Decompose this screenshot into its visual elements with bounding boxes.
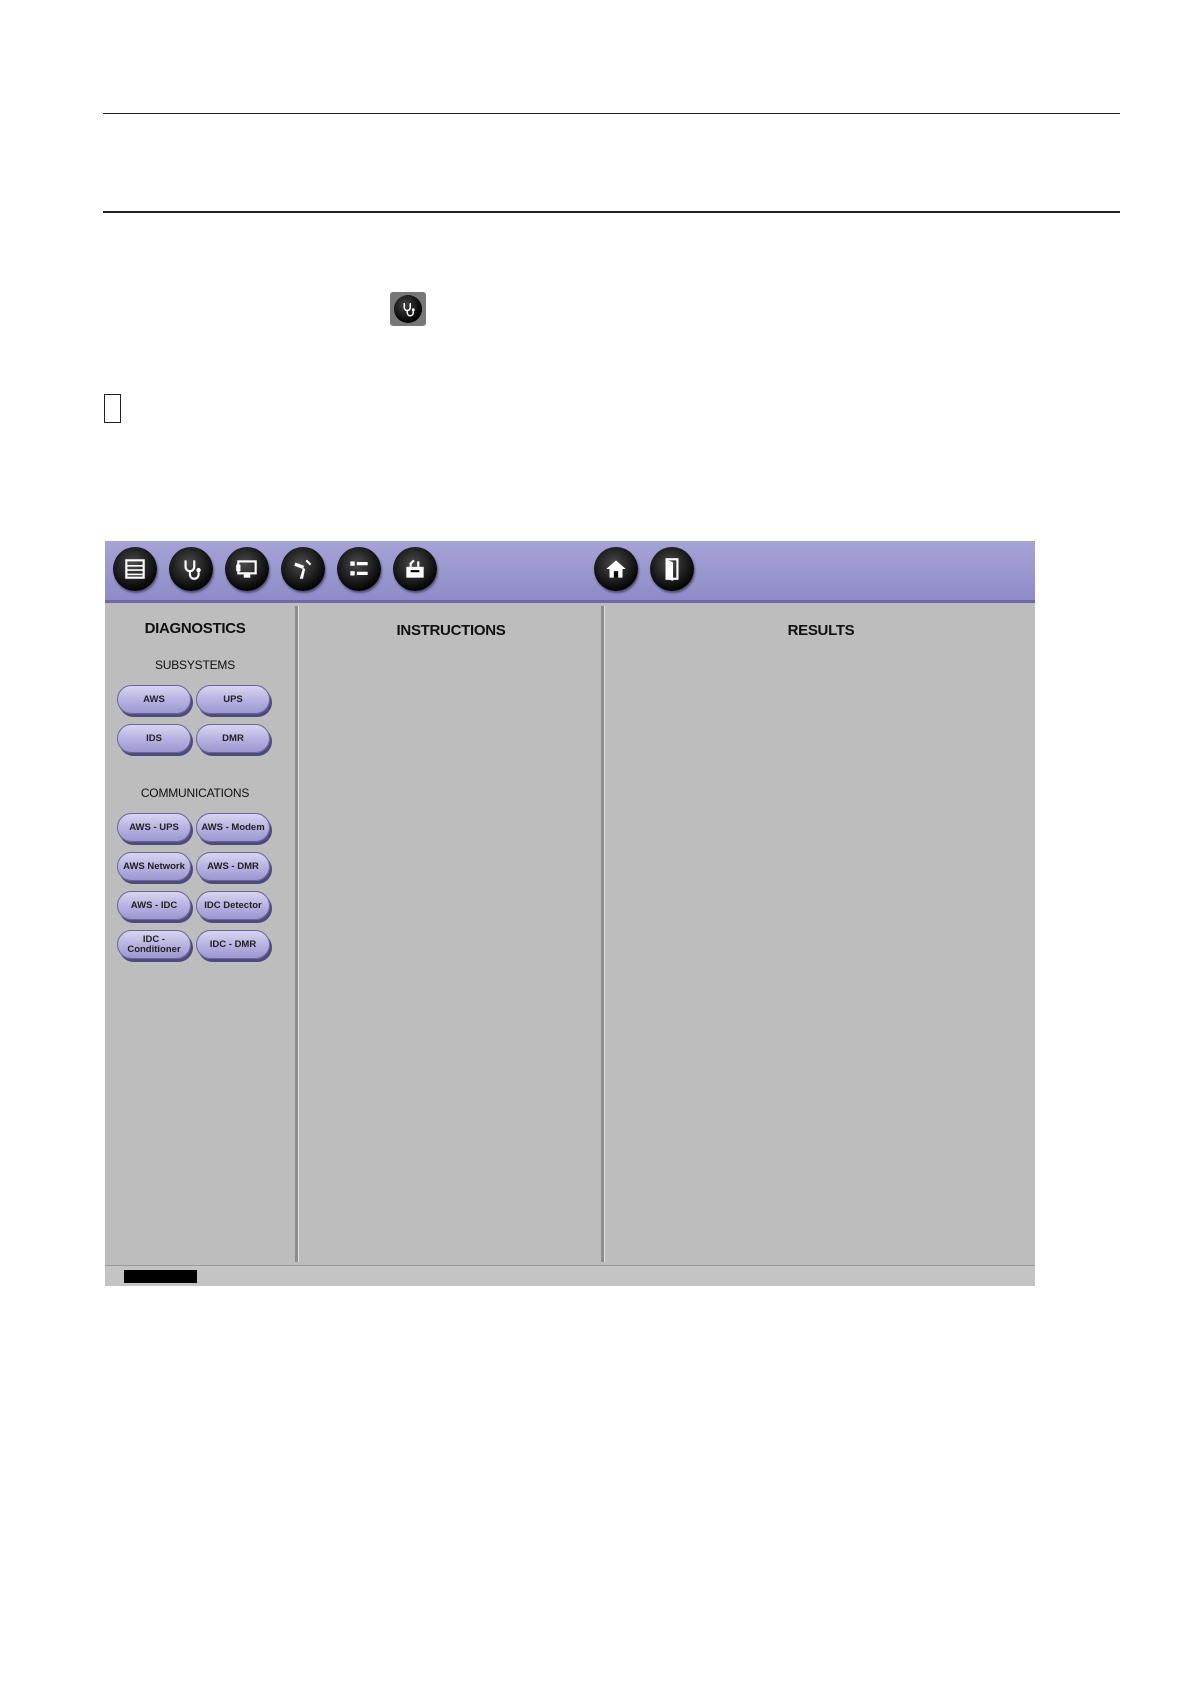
comm-aws-ups-button[interactable]: AWS - UPS — [117, 813, 191, 842]
subsystems-title: SUBSYSTEMS — [154, 658, 236, 672]
panel-divider-left — [295, 606, 298, 1262]
comm-idc-dmr-button[interactable]: IDC - DMR — [196, 930, 270, 959]
header-rule-top — [103, 113, 1120, 114]
comm-aws-dmr-button[interactable]: AWS - DMR — [196, 852, 270, 881]
panel-divider-right — [601, 606, 604, 1262]
header-rule-bottom — [103, 211, 1120, 213]
tools-icon[interactable] — [281, 547, 325, 591]
exit-door-icon[interactable] — [650, 547, 694, 591]
status-indicator — [124, 1270, 197, 1283]
toolbox-icon[interactable] — [393, 547, 437, 591]
checklist-icon[interactable] — [337, 547, 381, 591]
results-title: RESULTS — [787, 622, 855, 639]
diagnostics-screen: DIAGNOSTICS SUBSYSTEMS AWS UPS IDS DMR C… — [105, 541, 1035, 1286]
subsystem-ids-button[interactable]: IDS — [117, 724, 191, 753]
comm-aws-idc-button[interactable]: AWS - IDC — [117, 891, 191, 920]
subsystem-dmr-button[interactable]: DMR — [196, 724, 270, 753]
comm-aws-modem-button[interactable]: AWS - Modem — [196, 813, 270, 842]
comm-idc-conditioner-button[interactable]: IDC - Conditioner — [117, 930, 191, 959]
subsystem-ups-button[interactable]: UPS — [196, 685, 270, 714]
comm-aws-network-button[interactable]: AWS Network — [117, 852, 191, 881]
note-marker-box — [104, 394, 121, 423]
stethoscope-icon[interactable] — [169, 547, 213, 591]
comm-idc-detector-button[interactable]: IDC Detector — [196, 891, 270, 920]
stethoscope-icon — [390, 292, 426, 326]
status-bar — [105, 1265, 1035, 1286]
communications-title: COMMUNICATIONS — [140, 786, 250, 800]
home-icon[interactable] — [594, 547, 638, 591]
list-icon[interactable] — [113, 547, 157, 591]
subsystem-aws-button[interactable]: AWS — [117, 685, 191, 714]
instructions-title: INSTRUCTIONS — [396, 622, 506, 639]
diagnostics-title: DIAGNOSTICS — [144, 620, 246, 637]
toolbar — [105, 541, 1035, 603]
monitor-icon[interactable] — [225, 547, 269, 591]
